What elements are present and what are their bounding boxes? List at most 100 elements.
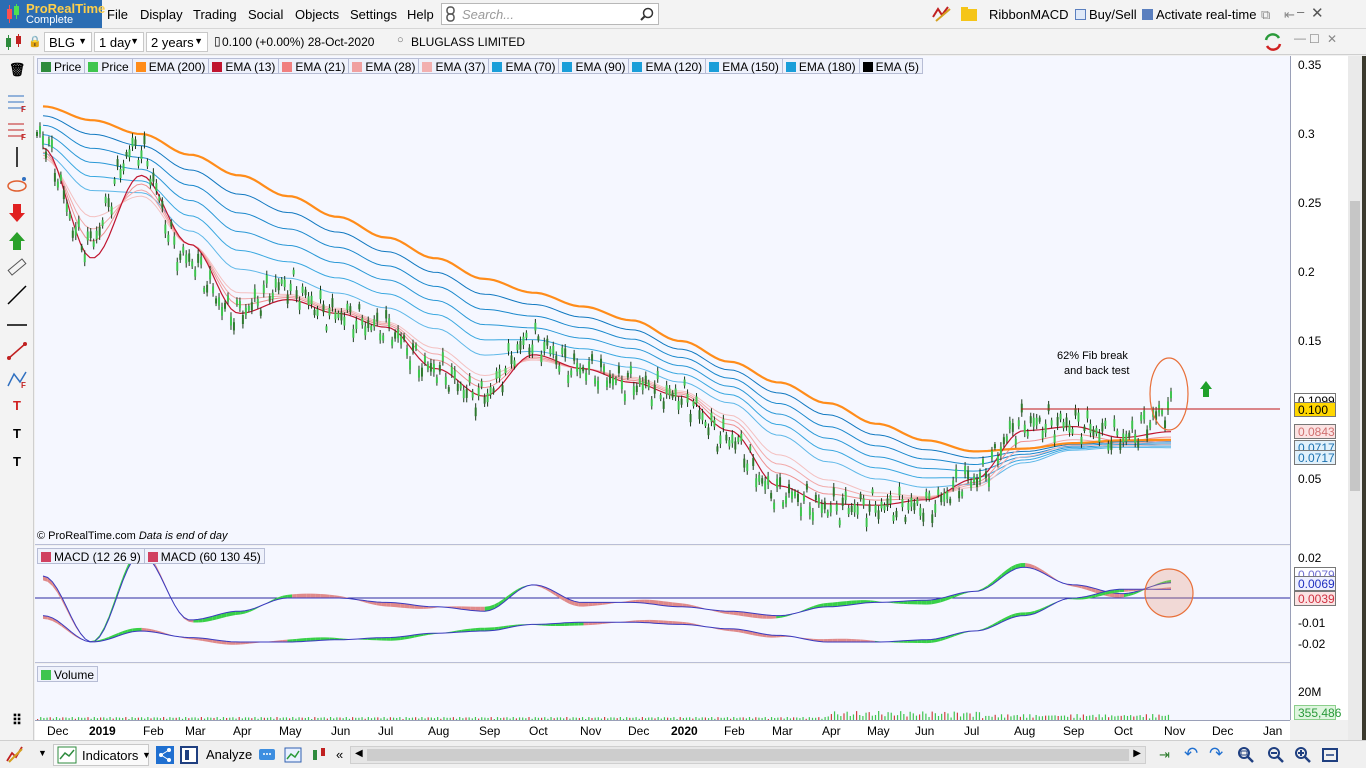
legend-item[interactable]: EMA (13) bbox=[208, 58, 280, 74]
indicators-button[interactable]: Indicators bbox=[53, 744, 149, 766]
trendline-icon[interactable] bbox=[6, 284, 28, 306]
price-candle bbox=[1056, 417, 1059, 426]
ribbon-macd-label[interactable]: RibbonMACD bbox=[989, 7, 1068, 22]
menu-file[interactable]: File bbox=[107, 7, 128, 22]
buy-arrow-icon[interactable] bbox=[6, 230, 28, 252]
app-logo[interactable]: ProRealTime Complete bbox=[0, 0, 105, 28]
chart-minimize-icon[interactable]: — bbox=[1294, 31, 1306, 45]
price-candle bbox=[68, 213, 71, 219]
menu-trading[interactable]: Trading bbox=[193, 7, 237, 22]
drawing-tools-icon[interactable] bbox=[932, 5, 952, 23]
menu-objects[interactable]: Objects bbox=[295, 7, 339, 22]
menu-help[interactable]: Help bbox=[407, 7, 434, 22]
window-restore-icon[interactable]: ⧉ bbox=[1261, 7, 1270, 23]
chevron-down-icon[interactable]: ▼ bbox=[38, 748, 47, 758]
legend-item[interactable]: Volume bbox=[37, 666, 99, 682]
legend-item[interactable]: EMA (150) bbox=[705, 58, 783, 74]
ticker-select[interactable]: BLG ▼ bbox=[44, 32, 92, 52]
macd-panel[interactable]: MACD (12 26 9) MACD (60 130 45) bbox=[35, 546, 1290, 663]
zoom-out-icon[interactable] bbox=[1266, 746, 1284, 764]
price-candle bbox=[823, 501, 826, 510]
close-icon[interactable]: ✕ bbox=[1311, 4, 1324, 22]
fibonacci-retracement-icon[interactable]: F bbox=[6, 120, 28, 142]
chat-icon[interactable] bbox=[258, 746, 276, 764]
analyze-button[interactable]: Analyze bbox=[206, 744, 252, 766]
info-icon[interactable]: ▯ bbox=[214, 34, 221, 48]
horizontal-line-icon[interactable] bbox=[6, 314, 28, 336]
time-scrollbar[interactable]: ◀ ▶ bbox=[350, 746, 1146, 764]
radio-icon[interactable]: ○ bbox=[397, 34, 404, 46]
chart-type-icon[interactable] bbox=[4, 33, 26, 51]
chart-maximize-icon[interactable]: ☐ bbox=[1309, 32, 1320, 46]
buy-sell-toggle[interactable]: Buy/Sell bbox=[1075, 7, 1137, 22]
minimize-icon[interactable]: – bbox=[1297, 4, 1304, 19]
share-icon[interactable] bbox=[156, 746, 174, 764]
vertical-line-icon[interactable] bbox=[6, 146, 28, 168]
scroll-right-icon[interactable]: ▶ bbox=[1133, 748, 1141, 759]
legend-item[interactable]: EMA (37) bbox=[418, 58, 490, 74]
zoom-in-icon[interactable] bbox=[1293, 746, 1311, 764]
scroll-left-double-icon[interactable]: « bbox=[336, 747, 343, 762]
scrollbar-thumb[interactable] bbox=[1350, 201, 1360, 491]
analyze-icon[interactable] bbox=[180, 746, 198, 764]
shift-right-icon[interactable]: ⇥ bbox=[1159, 747, 1170, 763]
ruler-icon[interactable] bbox=[6, 256, 28, 278]
ellipse-tool-icon[interactable] bbox=[6, 174, 28, 196]
legend-item[interactable]: EMA (5) bbox=[858, 58, 923, 74]
legend-label: EMA (200) bbox=[148, 60, 206, 74]
legend-item[interactable]: MACD (12 26 9) bbox=[37, 548, 145, 564]
menu-social[interactable]: Social bbox=[248, 7, 283, 22]
legend-item[interactable]: EMA (180) bbox=[781, 58, 860, 74]
menu-display[interactable]: Display bbox=[140, 7, 183, 22]
legend-item[interactable]: EMA (70) bbox=[488, 58, 560, 74]
realtime-toggle[interactable]: Activate real-time bbox=[1142, 7, 1256, 22]
fibonacci-extension-icon[interactable]: F bbox=[6, 368, 28, 390]
sync-arrows-icon[interactable] bbox=[1263, 32, 1283, 52]
price-candle bbox=[137, 159, 140, 166]
time-tick: Sep bbox=[479, 724, 501, 738]
trash-icon[interactable]: 🗑 bbox=[6, 62, 28, 84]
legend-item[interactable]: EMA (28) bbox=[348, 58, 420, 74]
legend-item[interactable]: EMA (120) bbox=[628, 58, 707, 74]
price-candle bbox=[397, 329, 400, 339]
time-axis[interactable]: Dec 2019 Feb Mar Apr May Jun Jul Aug Sep Oct Nov Dec… bbox=[35, 720, 1290, 740]
text-bold-icon[interactable]: T bbox=[6, 454, 28, 476]
legend-item[interactable]: EMA (200) bbox=[131, 58, 210, 74]
text-black-icon[interactable]: T bbox=[6, 426, 28, 448]
fibonacci-fan-icon[interactable]: F bbox=[6, 92, 28, 114]
legend-item[interactable]: Price bbox=[37, 58, 86, 74]
zoom-area-icon[interactable] bbox=[1236, 746, 1254, 764]
price-chart[interactable] bbox=[35, 56, 1290, 545]
backtest-icon[interactable] bbox=[310, 746, 328, 764]
interval-select[interactable]: 1 day ▼ bbox=[94, 32, 144, 52]
time-scrollbar-thumb[interactable] bbox=[367, 749, 1129, 761]
scroll-left-icon[interactable]: ◀ bbox=[355, 748, 363, 759]
lock-icon[interactable]: 🔒 bbox=[28, 35, 42, 48]
chart-close-icon[interactable]: ✕ bbox=[1327, 32, 1337, 46]
legend-item[interactable]: EMA (21) bbox=[278, 58, 350, 74]
volume-chart[interactable] bbox=[35, 664, 1290, 720]
price-axis[interactable]: 0.350.30.250.20.150.10.05 0.10990.1000.0… bbox=[1290, 56, 1348, 720]
segment-tool-icon[interactable] bbox=[6, 340, 28, 362]
screener-icon[interactable] bbox=[284, 746, 302, 764]
back-arrow-icon[interactable]: ⇤ bbox=[1284, 7, 1295, 23]
legend-item[interactable]: MACD (60 130 45) bbox=[143, 548, 265, 564]
menu-settings[interactable]: Settings bbox=[350, 7, 397, 22]
legend-item[interactable]: EMA (90) bbox=[558, 58, 630, 74]
pencil-chart-icon[interactable] bbox=[6, 745, 24, 763]
chevron-down-icon[interactable]: ▼ bbox=[142, 750, 151, 760]
legend-item[interactable]: Price bbox=[84, 58, 133, 74]
sell-arrow-icon[interactable] bbox=[6, 202, 28, 224]
period-select[interactable]: 2 years ▼ bbox=[146, 32, 208, 52]
fit-screen-icon[interactable] bbox=[1321, 746, 1339, 764]
price-chart-panel[interactable]: Price Price EMA (200) EMA (13) EMA (21) EMA (… bbox=[35, 56, 1290, 545]
text-red-icon[interactable]: T bbox=[6, 398, 28, 420]
undo-icon[interactable]: ↶ bbox=[1184, 744, 1198, 764]
vertical-scrollbar[interactable] bbox=[1348, 56, 1362, 740]
more-tools-icon[interactable]: ⠿ bbox=[6, 712, 28, 734]
volume-panel[interactable]: Volume bbox=[35, 664, 1290, 720]
search-input[interactable]: Search... bbox=[441, 3, 659, 25]
redo-icon[interactable]: ↷ bbox=[1209, 744, 1223, 764]
folder-icon[interactable] bbox=[960, 6, 978, 22]
search-icon[interactable] bbox=[640, 7, 654, 21]
